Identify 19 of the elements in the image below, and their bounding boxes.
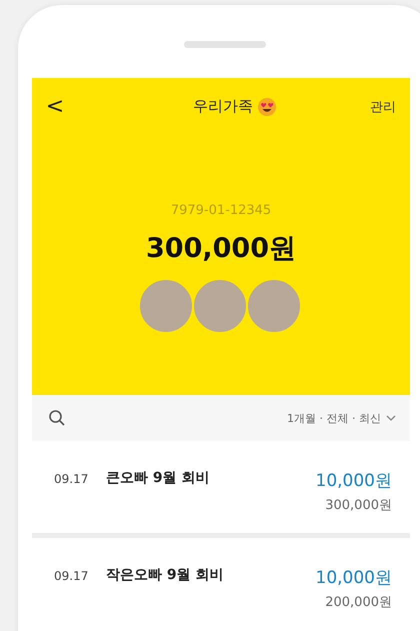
group-title: 우리가족 (193, 97, 253, 116)
transaction-amount: 10,000원 (316, 470, 392, 492)
chevron-down-icon (386, 414, 396, 422)
transaction-title: 작은오빠 9월 회비 (106, 566, 224, 584)
filter-dropdown[interactable]: 1개월 · 전체 · 최신 (287, 410, 396, 426)
heart-eyes-face-icon (257, 96, 277, 116)
transaction-date: 09.17 (54, 472, 90, 486)
balance-amount: 300,000원 (146, 232, 296, 266)
account-number: 7979-01-12345 (170, 203, 272, 218)
transaction-title: 큰오빠 9월 회비 (106, 469, 210, 487)
running-balance: 300,000원 (325, 497, 392, 514)
transaction-row[interactable]: 09.17 작은오빠 9월 회비 10,000원 200,000원 (32, 538, 410, 630)
running-balance: 200,000원 (325, 594, 392, 611)
transaction-amount: 10,000원 (316, 567, 392, 589)
search-icon[interactable] (48, 409, 66, 427)
transaction-date: 09.17 (54, 569, 90, 583)
back-button[interactable]: < (44, 94, 66, 119)
transaction-row[interactable]: 09.17 큰오빠 9월 회비 10,000원 300,000원 (32, 441, 410, 533)
manage-button[interactable]: 관리 (370, 98, 396, 116)
